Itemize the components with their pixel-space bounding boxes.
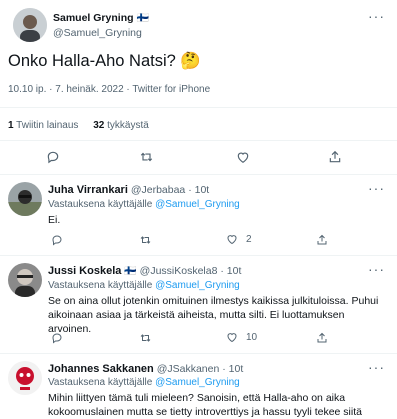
retweet-icon[interactable] — [139, 331, 152, 349]
reply-header: Johannes Sakkanen @JSakkanen · 10t — [48, 363, 243, 375]
likes-count: 32 — [93, 120, 105, 131]
reply-avatar[interactable] — [8, 182, 42, 216]
main-tweet-text-body: Onko Halla-Aho Natsi? — [8, 52, 176, 70]
divider — [0, 174, 397, 175]
main-author-name[interactable]: Samuel Gryning 🇫🇮 — [53, 12, 149, 24]
finland-flag-icon: 🇫🇮 — [124, 266, 137, 277]
reply-icon[interactable] — [46, 150, 60, 169]
reply-author-name[interactable]: Johannes Sakkanen — [48, 363, 154, 375]
reply-author-name[interactable]: Jussi Koskela — [48, 265, 121, 277]
quotes-stat[interactable]: 1 Twiitin lainaus — [8, 120, 81, 131]
retweet-icon[interactable] — [139, 150, 154, 169]
divider — [0, 140, 397, 141]
reply-avatar[interactable] — [8, 263, 42, 297]
main-author-handle[interactable]: @Samuel_Gryning — [53, 27, 142, 39]
share-icon[interactable] — [328, 150, 342, 169]
like-action[interactable]: 2 — [226, 233, 252, 245]
reply-time[interactable]: · 10t — [222, 363, 243, 375]
like-icon[interactable] — [226, 331, 238, 343]
share-icon[interactable] — [316, 233, 328, 251]
main-avatar[interactable] — [13, 8, 47, 42]
reply-author-name[interactable]: Juha Virrankari — [48, 184, 128, 196]
divider — [0, 107, 397, 108]
retweet-icon[interactable] — [139, 233, 152, 251]
more-icon[interactable]: ··· — [368, 8, 385, 24]
quotes-count: 1 — [8, 120, 14, 131]
reply-to-line: Vastauksena käyttäjälle @Samuel_Gryning — [48, 377, 240, 388]
more-icon[interactable]: ··· — [368, 261, 385, 277]
reply-to-line: Vastauksena käyttäjälle @Samuel_Gryning — [48, 280, 240, 291]
like-count: 10 — [246, 331, 258, 343]
more-icon[interactable]: ··· — [368, 359, 385, 375]
reply-author-handle[interactable]: @JSakkanen — [157, 363, 220, 375]
reply-to-handle[interactable]: @Samuel_Gryning — [155, 280, 240, 291]
reply-author-handle[interactable]: @JussiKoskela8 — [140, 265, 218, 277]
reply-text: Ei. — [48, 214, 61, 226]
reply-time[interactable]: · 10t — [188, 184, 209, 196]
thinking-face-emoji: 🤔 — [180, 52, 201, 70]
reply-to-handle[interactable]: @Samuel_Gryning — [155, 377, 240, 388]
reply-to-prefix: Vastauksena käyttäjälle — [48, 280, 153, 291]
reply-to-handle[interactable]: @Samuel_Gryning — [155, 199, 240, 210]
finland-flag-icon: 🇫🇮 — [136, 13, 149, 24]
reply-to-prefix: Vastauksena käyttäjälle — [48, 199, 153, 210]
reply-to-prefix: Vastauksena käyttäjälle — [48, 377, 153, 388]
reply-header: Jussi Koskela 🇫🇮 @JussiKoskela8 · 10t — [48, 265, 241, 277]
divider — [0, 255, 397, 256]
likes-stat[interactable]: 32 tykkäystä — [93, 120, 149, 131]
reply-avatar[interactable] — [8, 361, 42, 395]
like-count: 2 — [246, 233, 252, 245]
like-icon[interactable] — [226, 233, 238, 245]
main-tweet-meta[interactable]: 10.10 ip. · 7. heinäk. 2022 · Twitter fo… — [8, 84, 210, 95]
likes-label: tykkäystä — [107, 120, 149, 131]
like-icon[interactable] — [236, 150, 250, 169]
main-author-name-text[interactable]: Samuel Gryning — [53, 12, 134, 24]
divider — [0, 353, 397, 354]
share-icon[interactable] — [316, 331, 328, 349]
reply-to-line: Vastauksena käyttäjälle @Samuel_Gryning — [48, 199, 240, 210]
reply-time[interactable]: · 10t — [220, 265, 241, 277]
quotes-label: Twiitin lainaus — [16, 120, 79, 131]
more-icon[interactable]: ··· — [368, 180, 385, 196]
engagement-stats: 1 Twiitin lainaus 32 tykkäystä — [8, 120, 149, 131]
reply-text: Se on aina ollut jotenkin omituinen ilme… — [48, 295, 379, 335]
like-action[interactable]: 10 — [226, 331, 257, 343]
reply-header: Juha Virrankari @Jerbabaa · 10t — [48, 184, 209, 196]
reply-author-handle[interactable]: @Jerbabaa — [131, 184, 185, 196]
reply-icon[interactable] — [51, 233, 63, 251]
reply-icon[interactable] — [51, 331, 63, 349]
main-tweet-text: Onko Halla-Aho Natsi? 🤔 — [8, 52, 201, 71]
